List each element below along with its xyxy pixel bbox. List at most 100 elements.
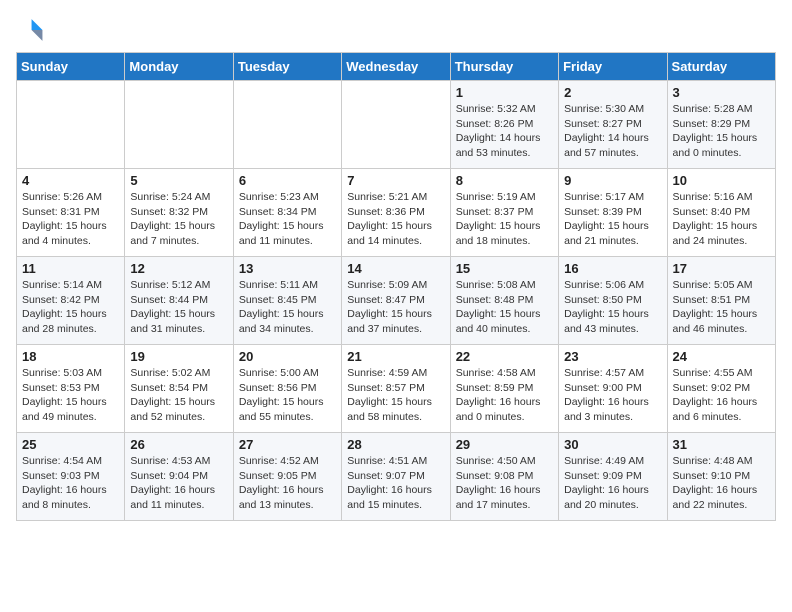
calendar-cell: 17Sunrise: 5:05 AM Sunset: 8:51 PM Dayli… <box>667 257 775 345</box>
day-number: 10 <box>673 173 770 188</box>
calendar-cell: 21 Sunrise: 4:59 AM Sunset: 8:57 PM Dayli… <box>342 345 450 433</box>
calendar-cell <box>342 81 450 169</box>
day-number: 23 <box>564 349 661 364</box>
cell-info: Sunrise: 4:52 AM Sunset: 9:05 PM Dayligh… <box>239 454 336 513</box>
day-number: 8 <box>456 173 553 188</box>
day-number: 30 <box>564 437 661 452</box>
cell-info: Sunrise: 5:08 AM Sunset: 8:48 PM Dayligh… <box>456 278 553 337</box>
day-number: 7 <box>347 173 444 188</box>
day-number: 20 <box>239 349 336 364</box>
logo-icon <box>16 16 44 44</box>
calendar-cell: 19 Sunrise: 5:02 AM Sunset: 8:54 PM Dayli… <box>125 345 233 433</box>
day-number: 25 <box>22 437 119 452</box>
calendar-cell: 29 Sunrise: 4:50 AM Sunset: 9:08 PM Dayli… <box>450 433 558 521</box>
logo <box>16 16 48 44</box>
cell-info: Sunrise: 5:14 AM Sunset: 8:42 PM Dayligh… <box>22 278 119 337</box>
cell-info: Sunrise: 5:16 AM Sunset: 8:40 PM Dayligh… <box>673 190 770 249</box>
calendar-cell <box>17 81 125 169</box>
calendar-cell: 6 Sunrise: 5:23 AM Sunset: 8:34 PM Daylig… <box>233 169 341 257</box>
calendar-cell: 22 Sunrise: 4:58 AM Sunset: 8:59 PM Dayli… <box>450 345 558 433</box>
calendar-cell: 31 Sunrise: 4:48 AM Sunset: 9:10 PM Dayli… <box>667 433 775 521</box>
cell-info: Sunrise: 4:57 AM Sunset: 9:00 PM Dayligh… <box>564 366 661 425</box>
cell-info: Sunrise: 5:19 AM Sunset: 8:37 PM Dayligh… <box>456 190 553 249</box>
day-number: 28 <box>347 437 444 452</box>
cell-info: Sunrise: 4:59 AM Sunset: 8:57 PM Dayligh… <box>347 366 444 425</box>
calendar-cell: 1Sunrise: 5:32 AM Sunset: 8:26 PM Daylig… <box>450 81 558 169</box>
calendar-cell: 5 Sunrise: 5:24 AM Sunset: 8:32 PM Daylig… <box>125 169 233 257</box>
calendar-cell: 15Sunrise: 5:08 AM Sunset: 8:48 PM Dayli… <box>450 257 558 345</box>
cell-info: Sunrise: 5:00 AM Sunset: 8:56 PM Dayligh… <box>239 366 336 425</box>
cell-info: Sunrise: 4:58 AM Sunset: 8:59 PM Dayligh… <box>456 366 553 425</box>
day-number: 16 <box>564 261 661 276</box>
day-number: 11 <box>22 261 119 276</box>
calendar-cell: 27 Sunrise: 4:52 AM Sunset: 9:05 PM Dayli… <box>233 433 341 521</box>
calendar-cell: 12 Sunrise: 5:12 AM Sunset: 8:44 PM Dayli… <box>125 257 233 345</box>
day-number: 14 <box>347 261 444 276</box>
day-number: 31 <box>673 437 770 452</box>
day-number: 5 <box>130 173 227 188</box>
cell-info: Sunrise: 5:17 AM Sunset: 8:39 PM Dayligh… <box>564 190 661 249</box>
calendar-cell <box>233 81 341 169</box>
calendar-cell: 2 Sunrise: 5:30 AM Sunset: 8:27 PM Daylig… <box>559 81 667 169</box>
calendar-cell: 10 Sunrise: 5:16 AM Sunset: 8:40 PM Dayli… <box>667 169 775 257</box>
calendar-cell: 3 Sunrise: 5:28 AM Sunset: 8:29 PM Daylig… <box>667 81 775 169</box>
calendar-week-row: 11 Sunrise: 5:14 AM Sunset: 8:42 PM Dayli… <box>17 257 776 345</box>
cell-info: Sunrise: 5:28 AM Sunset: 8:29 PM Dayligh… <box>673 102 770 161</box>
header-friday: Friday <box>559 53 667 81</box>
calendar-cell: 16 Sunrise: 5:06 AM Sunset: 8:50 PM Dayli… <box>559 257 667 345</box>
cell-info: Sunrise: 4:55 AM Sunset: 9:02 PM Dayligh… <box>673 366 770 425</box>
cell-info: Sunrise: 5:23 AM Sunset: 8:34 PM Dayligh… <box>239 190 336 249</box>
calendar-cell: 20 Sunrise: 5:00 AM Sunset: 8:56 PM Dayli… <box>233 345 341 433</box>
cell-info: Sunrise: 5:03 AM Sunset: 8:53 PM Dayligh… <box>22 366 119 425</box>
header-monday: Monday <box>125 53 233 81</box>
cell-info: Sunrise: 4:50 AM Sunset: 9:08 PM Dayligh… <box>456 454 553 513</box>
calendar-cell: 11 Sunrise: 5:14 AM Sunset: 8:42 PM Dayli… <box>17 257 125 345</box>
cell-info: Sunrise: 5:26 AM Sunset: 8:31 PM Dayligh… <box>22 190 119 249</box>
header-thursday: Thursday <box>450 53 558 81</box>
header-saturday: Saturday <box>667 53 775 81</box>
day-number: 19 <box>130 349 227 364</box>
day-number: 27 <box>239 437 336 452</box>
calendar-cell: 7 Sunrise: 5:21 AM Sunset: 8:36 PM Daylig… <box>342 169 450 257</box>
day-number: 24 <box>673 349 770 364</box>
page-header <box>16 16 776 44</box>
calendar-cell: 9 Sunrise: 5:17 AM Sunset: 8:39 PM Daylig… <box>559 169 667 257</box>
cell-info: Sunrise: 5:06 AM Sunset: 8:50 PM Dayligh… <box>564 278 661 337</box>
day-number: 21 <box>347 349 444 364</box>
calendar-week-row: 4Sunrise: 5:26 AM Sunset: 8:31 PM Daylig… <box>17 169 776 257</box>
calendar-week-row: 18 Sunrise: 5:03 AM Sunset: 8:53 PM Dayli… <box>17 345 776 433</box>
calendar-cell: 23 Sunrise: 4:57 AM Sunset: 9:00 PM Dayli… <box>559 345 667 433</box>
calendar-week-row: 1Sunrise: 5:32 AM Sunset: 8:26 PM Daylig… <box>17 81 776 169</box>
day-number: 6 <box>239 173 336 188</box>
calendar-cell: 8 Sunrise: 5:19 AM Sunset: 8:37 PM Daylig… <box>450 169 558 257</box>
day-number: 13 <box>239 261 336 276</box>
calendar-cell: 4Sunrise: 5:26 AM Sunset: 8:31 PM Daylig… <box>17 169 125 257</box>
calendar-cell: 24 Sunrise: 4:55 AM Sunset: 9:02 PM Dayli… <box>667 345 775 433</box>
day-number: 2 <box>564 85 661 100</box>
cell-info: Sunrise: 5:24 AM Sunset: 8:32 PM Dayligh… <box>130 190 227 249</box>
calendar-table: SundayMondayTuesdayWednesdayThursdayFrid… <box>16 52 776 521</box>
day-number: 22 <box>456 349 553 364</box>
cell-info: Sunrise: 5:11 AM Sunset: 8:45 PM Dayligh… <box>239 278 336 337</box>
cell-info: Sunrise: 5:21 AM Sunset: 8:36 PM Dayligh… <box>347 190 444 249</box>
calendar-cell: 30Sunrise: 4:49 AM Sunset: 9:09 PM Dayli… <box>559 433 667 521</box>
calendar-cell: 26Sunrise: 4:53 AM Sunset: 9:04 PM Dayli… <box>125 433 233 521</box>
header-wednesday: Wednesday <box>342 53 450 81</box>
day-number: 29 <box>456 437 553 452</box>
header-sunday: Sunday <box>17 53 125 81</box>
cell-info: Sunrise: 4:48 AM Sunset: 9:10 PM Dayligh… <box>673 454 770 513</box>
calendar-cell: 28Sunrise: 4:51 AM Sunset: 9:07 PM Dayli… <box>342 433 450 521</box>
cell-info: Sunrise: 5:02 AM Sunset: 8:54 PM Dayligh… <box>130 366 227 425</box>
day-number: 18 <box>22 349 119 364</box>
cell-info: Sunrise: 5:09 AM Sunset: 8:47 PM Dayligh… <box>347 278 444 337</box>
cell-info: Sunrise: 5:30 AM Sunset: 8:27 PM Dayligh… <box>564 102 661 161</box>
cell-info: Sunrise: 4:54 AM Sunset: 9:03 PM Dayligh… <box>22 454 119 513</box>
day-number: 17 <box>673 261 770 276</box>
calendar-cell: 14 Sunrise: 5:09 AM Sunset: 8:47 PM Dayli… <box>342 257 450 345</box>
day-number: 12 <box>130 261 227 276</box>
cell-info: Sunrise: 5:12 AM Sunset: 8:44 PM Dayligh… <box>130 278 227 337</box>
calendar-cell: 18 Sunrise: 5:03 AM Sunset: 8:53 PM Dayli… <box>17 345 125 433</box>
day-number: 3 <box>673 85 770 100</box>
day-number: 9 <box>564 173 661 188</box>
header-tuesday: Tuesday <box>233 53 341 81</box>
